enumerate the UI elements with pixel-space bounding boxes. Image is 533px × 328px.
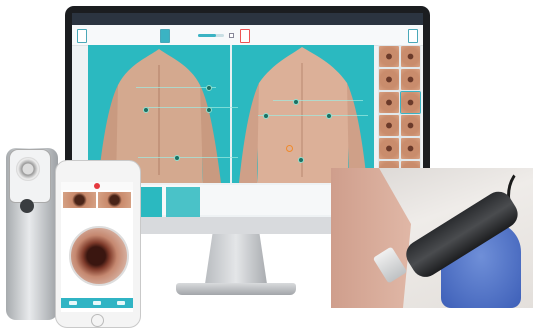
lesion-marker[interactable] [263,113,269,119]
app-topbar [72,13,423,25]
phone-action[interactable] [117,301,125,305]
lesion-marker[interactable] [293,99,299,105]
lesion-thumbnail[interactable] [400,115,420,136]
record-icon[interactable] [94,183,100,189]
zoom-slider-fill [198,34,217,37]
lesion-thumbnail[interactable] [400,46,420,67]
selected-lesion-marker[interactable] [286,145,293,152]
lesion-thumbnail-grid [378,45,421,183]
phone-thumbnail[interactable] [98,192,131,208]
image-toolbar [72,25,423,46]
session-thumbnail[interactable] [166,187,200,217]
marker-line [273,100,363,101]
skin-area [331,168,411,308]
monitor-stand-base [176,283,296,295]
remove-button[interactable] [240,29,250,43]
lesion-thumbnail[interactable] [379,46,399,67]
lesion-marker[interactable] [298,157,304,163]
lesion-marker[interactable] [206,107,212,113]
toggle-checkbox[interactable] [229,33,234,38]
phone-app-screen [61,182,133,312]
lesion-thumbnail[interactable] [399,91,421,114]
lesion-thumbnail[interactable] [400,138,420,159]
lens-icon [16,157,40,181]
lesion-thumbnail[interactable] [400,69,420,90]
marker-line [148,107,238,108]
phone-thumbnail[interactable] [63,192,96,208]
lesion-marker[interactable] [174,155,180,161]
previous-button[interactable] [77,29,87,43]
lesion-thumbnail[interactable] [379,115,399,136]
dermoscopy-image [69,226,129,286]
dermatoscope-button [20,199,34,213]
view-mode-button[interactable] [160,29,170,43]
marker-line [136,87,216,88]
phone-action[interactable] [93,301,101,305]
lesion-thumbnail[interactable] [379,92,399,113]
marker-line [258,115,368,116]
lesion-thumbnail[interactable] [379,138,399,159]
lesion-marker[interactable] [206,85,212,91]
zoom-slider[interactable] [198,34,224,37]
lesion-marker[interactable] [143,107,149,113]
home-button-icon [91,314,104,327]
lesion-marker[interactable] [326,113,332,119]
monitor-stand [205,234,267,284]
phone-action-bar [61,298,133,308]
dermatoscope-photo [331,168,533,308]
lesion-thumbnail[interactable] [379,69,399,90]
next-button[interactable] [408,29,418,43]
marker-line [138,157,238,158]
phone-topbar [61,182,133,190]
phone-thumbnail-grid [61,190,133,210]
phone-action[interactable] [69,301,77,305]
panel-divider [230,45,232,183]
